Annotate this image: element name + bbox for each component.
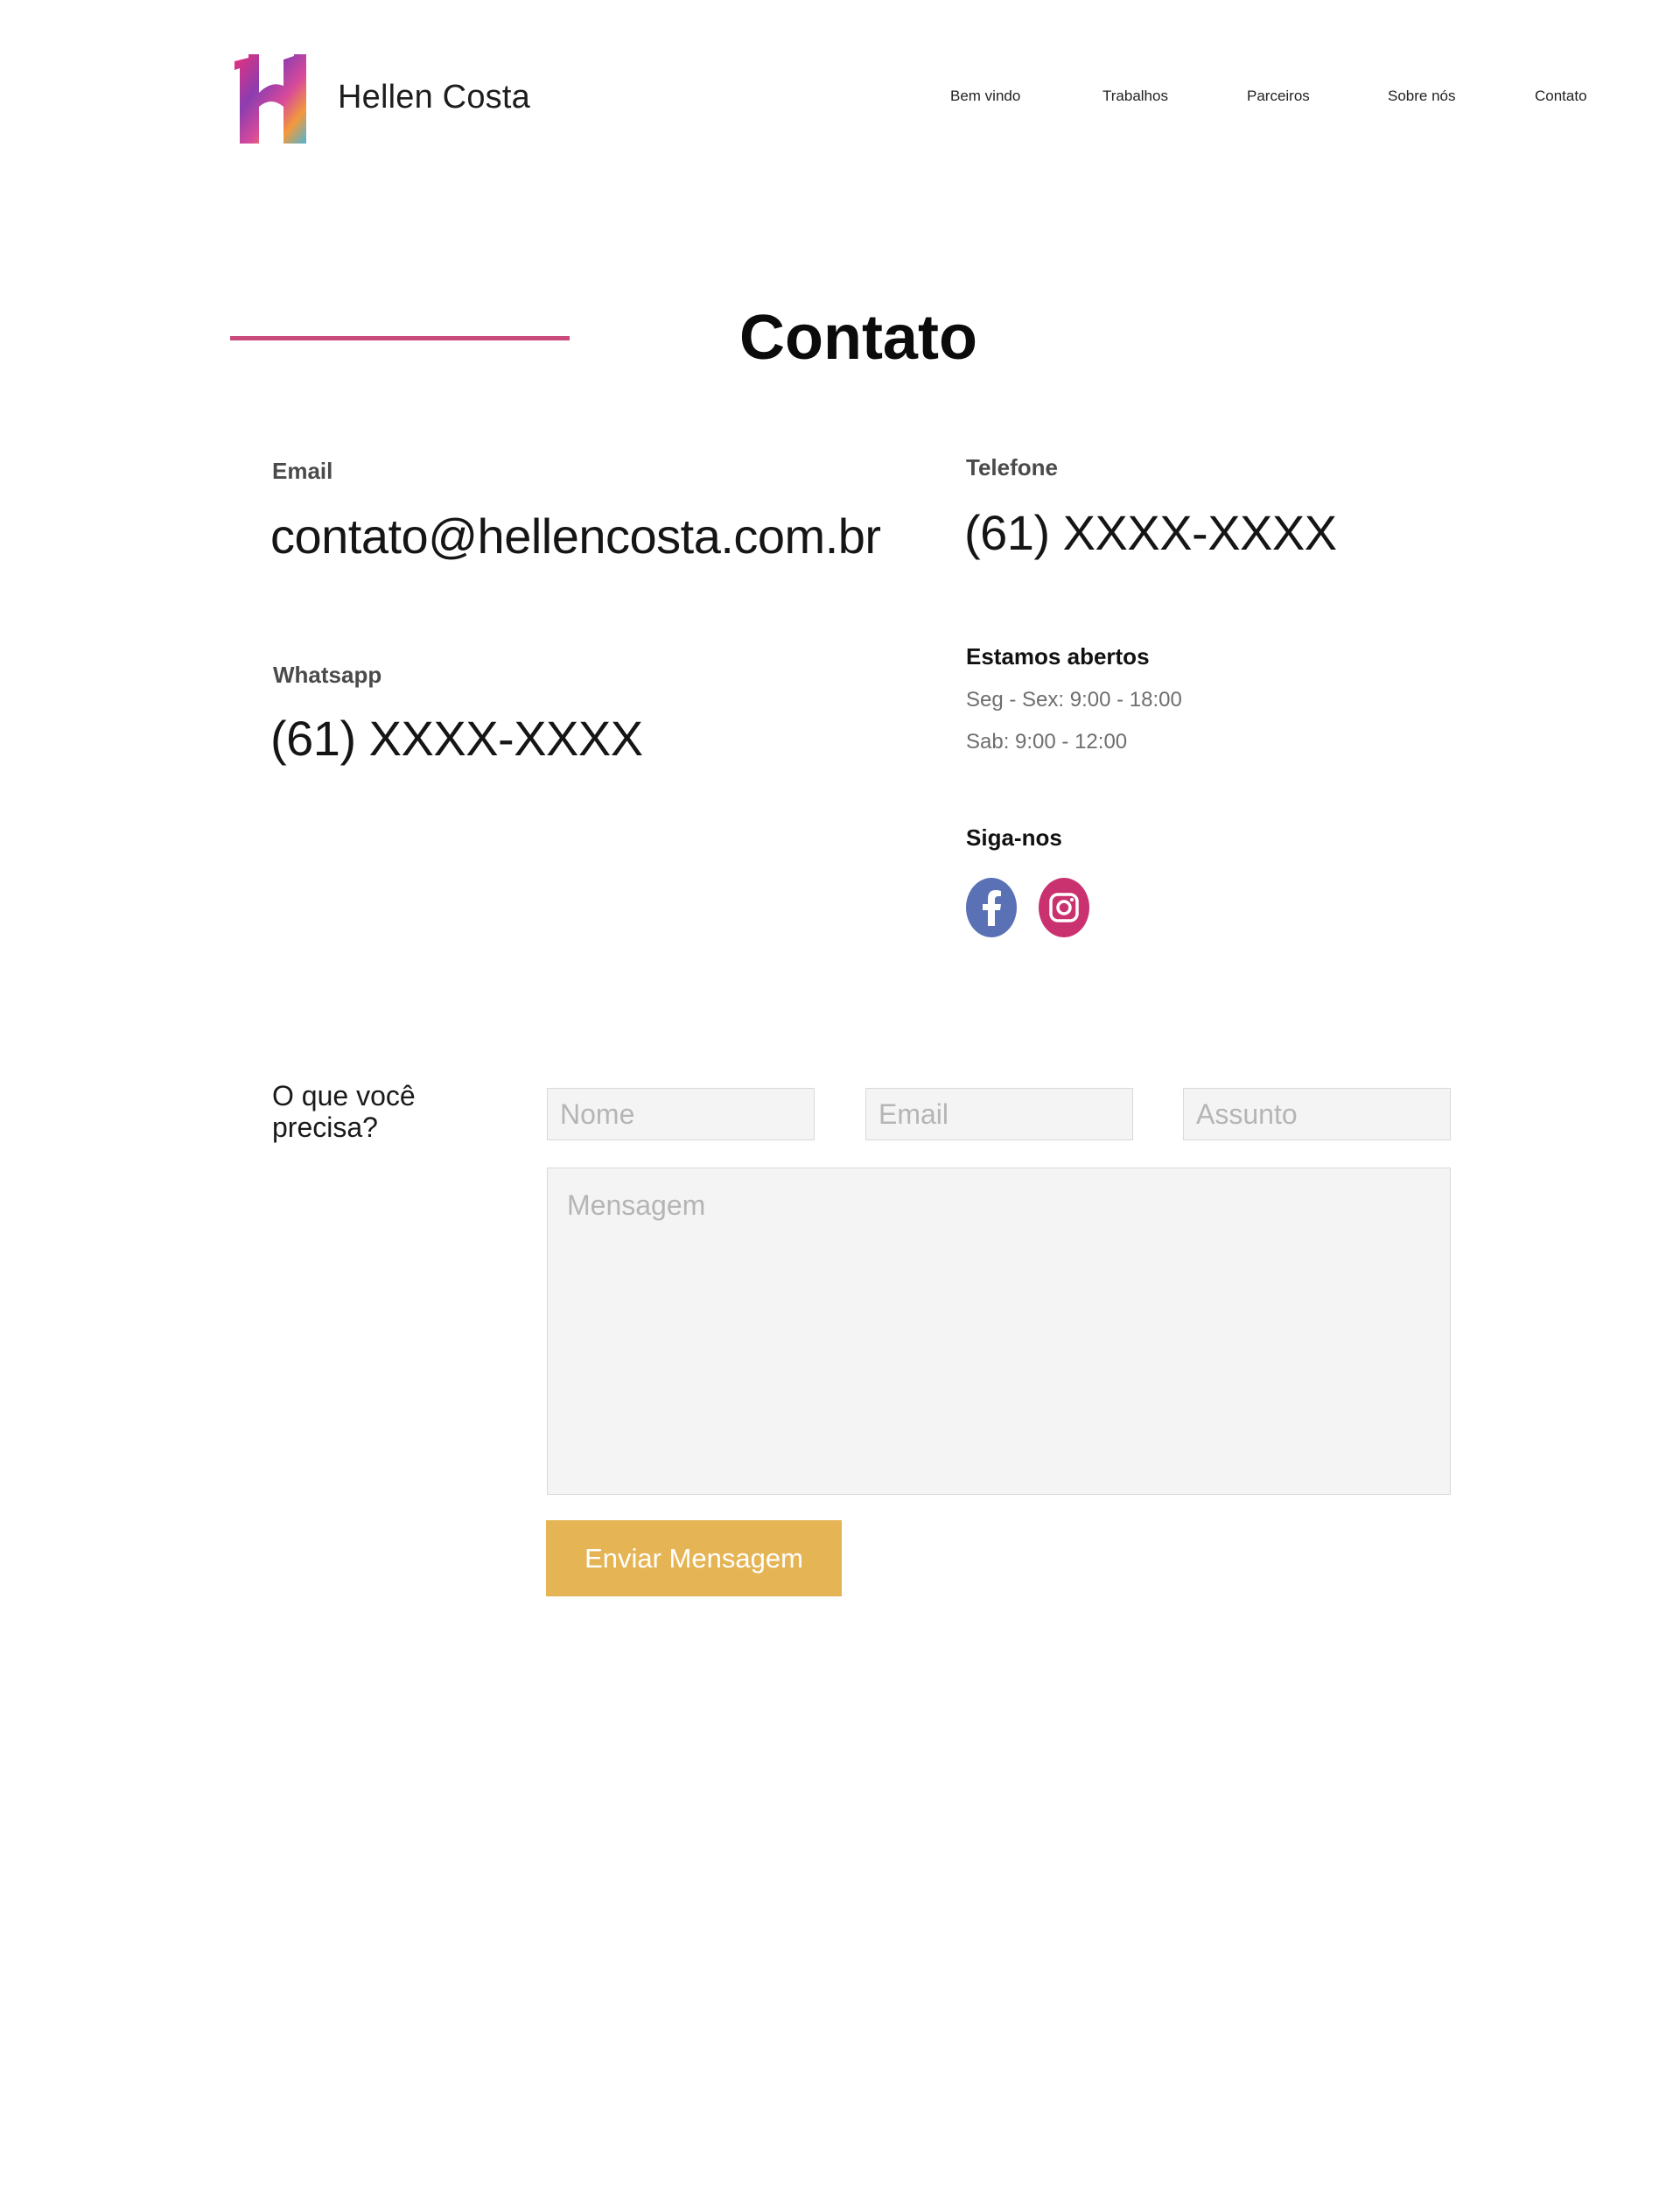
nav-parceiros[interactable]: Parceiros [1247,88,1310,105]
hours-weekdays: Seg - Sex: 9:00 - 18:00 [966,688,1182,712]
phone-value[interactable]: (61) XXXX-XXXX [964,504,1337,561]
phone-label: Telefone [966,454,1058,480]
email-label: Email [272,458,333,484]
nav-bem-vindo[interactable]: Bem vindo [950,88,1020,105]
page-title: Contato [739,303,977,373]
form-prompt-line2: precisa? [272,1111,378,1143]
message-textarea[interactable] [547,1168,1451,1495]
email-value[interactable]: contato@hellencosta.com.br [270,508,881,565]
nav-sobre-nos[interactable]: Sobre nós [1388,88,1456,105]
instagram-icon [1049,893,1079,922]
hours-saturday: Sab: 9:00 - 12:00 [966,730,1128,754]
hours-label: Estamos abertos [966,643,1150,670]
social-label: Siga-nos [966,824,1062,851]
instagram-link[interactable] [1039,878,1089,937]
send-message-button[interactable]: Enviar Mensagem [546,1520,842,1596]
subject-input[interactable] [1183,1088,1451,1140]
form-prompt-line1: O que você [272,1080,416,1112]
title-accent-line [230,336,570,340]
whatsapp-value[interactable]: (61) XXXX-XXXX [270,710,643,767]
facebook-link[interactable] [966,878,1017,937]
facebook-icon [983,890,1001,926]
name-input[interactable] [547,1088,815,1140]
brand-logo[interactable] [233,54,308,144]
nav-contato[interactable]: Contato [1535,88,1587,105]
email-input[interactable] [865,1088,1133,1140]
brand-name: Hellen Costa [338,79,530,116]
nav-trabalhos[interactable]: Trabalhos [1102,88,1168,105]
form-prompt: O que você precisa? [272,1080,416,1144]
whatsapp-label: Whatsapp [273,662,382,688]
